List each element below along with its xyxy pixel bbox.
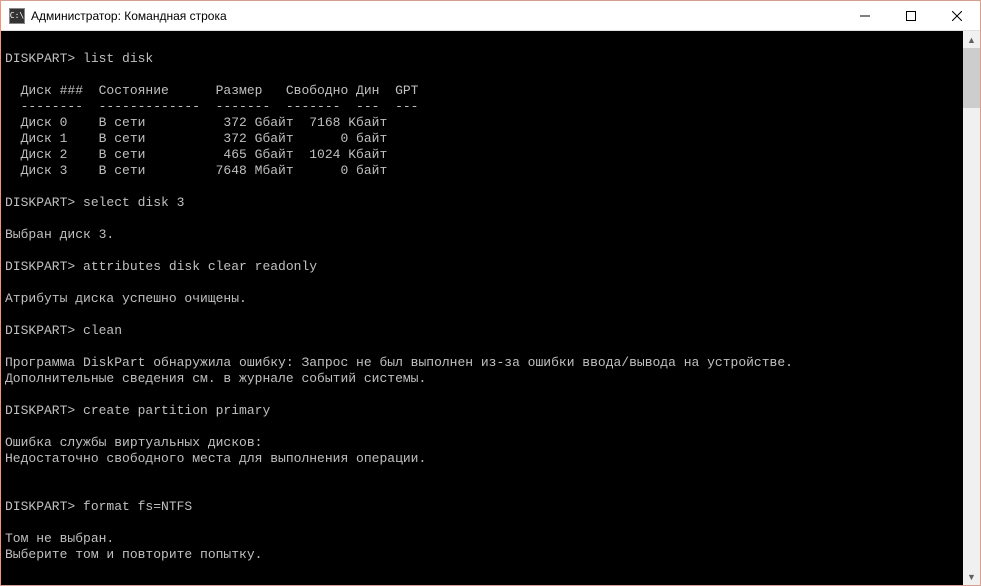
scrollbar[interactable]: ▲ ▼ <box>963 31 980 585</box>
close-button[interactable] <box>934 1 980 30</box>
scroll-down-arrow[interactable]: ▼ <box>963 568 980 585</box>
scroll-up-arrow[interactable]: ▲ <box>963 31 980 48</box>
cmd-icon: C:\ <box>9 8 25 24</box>
scroll-thumb[interactable] <box>963 48 980 108</box>
minimize-button[interactable] <box>842 1 888 30</box>
window-title: Администратор: Командная строка <box>31 9 842 23</box>
titlebar: C:\ Администратор: Командная строка <box>1 1 980 31</box>
terminal-output[interactable]: DISKPART> list disk Диск ### Состояние Р… <box>1 31 963 585</box>
minimize-icon <box>860 11 870 21</box>
window-controls <box>842 1 980 30</box>
maximize-button[interactable] <box>888 1 934 30</box>
close-icon <box>952 11 962 21</box>
maximize-icon <box>906 11 916 21</box>
terminal-wrapper: DISKPART> list disk Диск ### Состояние Р… <box>1 31 980 585</box>
